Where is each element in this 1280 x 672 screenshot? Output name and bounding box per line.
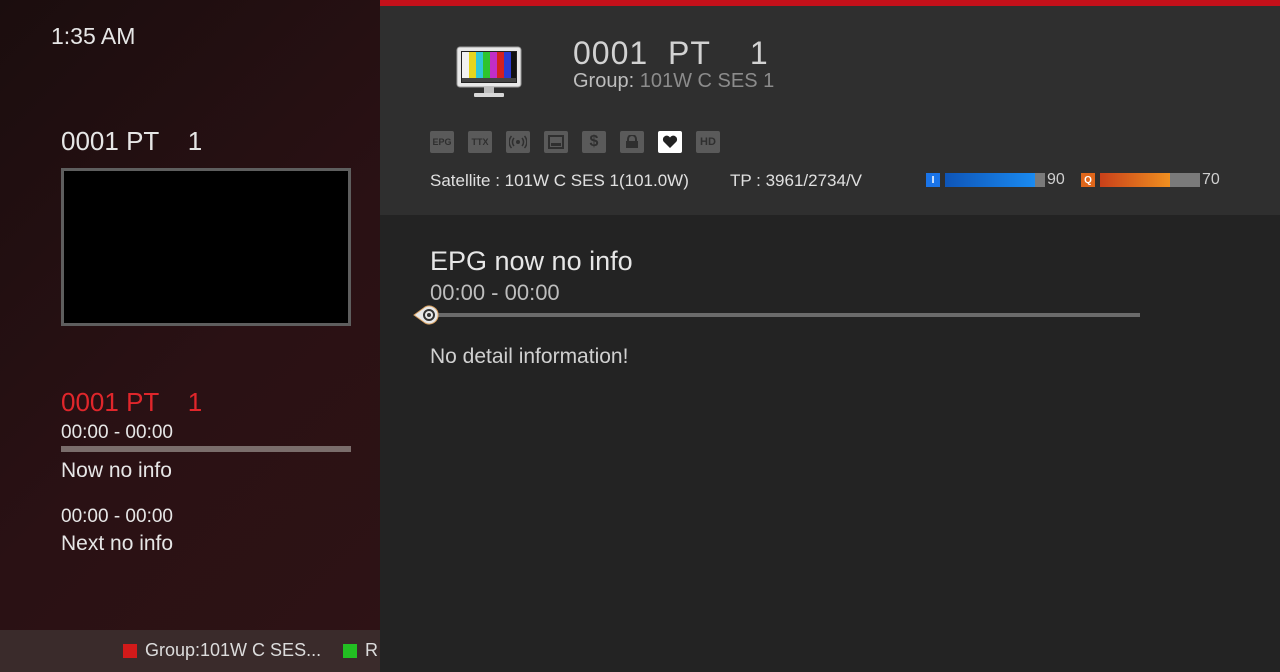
lock-icon	[620, 131, 644, 153]
channel-title: 0001 PT 1	[573, 35, 769, 71]
next-time: 00:00 - 00:00	[61, 506, 173, 527]
green-key-label: R	[365, 640, 378, 660]
tv-icon	[456, 46, 522, 97]
quality-badge-icon: Q	[1081, 173, 1095, 187]
satellite-info: Satellite : 101W C SES 1(101.0W)	[430, 171, 689, 190]
quality-track	[1100, 173, 1200, 187]
color-key-bar: Group:101W C SES... R	[0, 630, 380, 672]
right-panel: 0001 PT 1 Group: 101W C SES 1 EPG TTX $	[380, 0, 1280, 672]
favorite-heart-icon	[658, 131, 682, 153]
now-info: Now no info	[61, 459, 172, 482]
green-key-icon	[343, 643, 357, 658]
group-label: Group:	[573, 70, 635, 92]
left-panel: 1:35 AM 0001 PT 1 0001 PT 1 00:00 - 00:0…	[0, 0, 380, 672]
video-preview	[61, 168, 351, 326]
epg-progress-knob-icon[interactable]	[413, 305, 443, 325]
red-key-legend[interactable]: Group:101W C SES...	[123, 640, 321, 661]
intensity-value: 90	[1047, 171, 1065, 188]
now-progress-bar	[61, 446, 351, 452]
epg-title: EPG now no info	[430, 246, 633, 276]
epg-time: 00:00 - 00:00	[430, 280, 560, 305]
epg-detail: No detail information!	[430, 345, 629, 368]
green-key-legend[interactable]: R	[343, 640, 378, 661]
broadcast-icon	[506, 131, 530, 153]
hd-icon: HD	[696, 131, 720, 153]
channel-info-screen: 1:35 AM 0001 PT 1 0001 PT 1 00:00 - 00:0…	[0, 0, 1280, 672]
current-channel-name[interactable]: 0001 PT 1	[61, 387, 202, 418]
epg-progress-track[interactable]	[430, 313, 1140, 317]
group-value: 101W C SES 1	[639, 70, 775, 92]
clock: 1:35 AM	[51, 23, 136, 49]
subtitle-icon	[544, 131, 568, 153]
red-key-label: Group:101W C SES...	[145, 640, 322, 660]
intensity-badge-icon: I	[926, 173, 940, 187]
now-time: 00:00 - 00:00	[61, 422, 173, 443]
group-line: Group: 101W C SES 1	[573, 70, 774, 93]
next-info: Next no info	[61, 532, 174, 555]
quality-fill	[1100, 173, 1170, 187]
signal-intensity: I 90	[926, 171, 1065, 188]
dollar-icon: $	[582, 131, 606, 153]
ttx-icon: TTX	[468, 131, 492, 153]
intensity-track	[945, 173, 1045, 187]
preview-channel-name: 0001 PT 1	[61, 126, 203, 156]
signal-quality: Q 70	[1081, 171, 1220, 188]
service-icons: EPG TTX $ HD	[430, 131, 734, 153]
epg-icon: EPG	[430, 131, 454, 153]
transponder-info: TP : 3961/2734/V	[730, 171, 863, 190]
intensity-fill	[945, 173, 1035, 187]
quality-value: 70	[1202, 171, 1220, 188]
channel-header: 0001 PT 1 Group: 101W C SES 1 EPG TTX $	[380, 6, 1280, 215]
red-key-icon	[123, 643, 137, 658]
